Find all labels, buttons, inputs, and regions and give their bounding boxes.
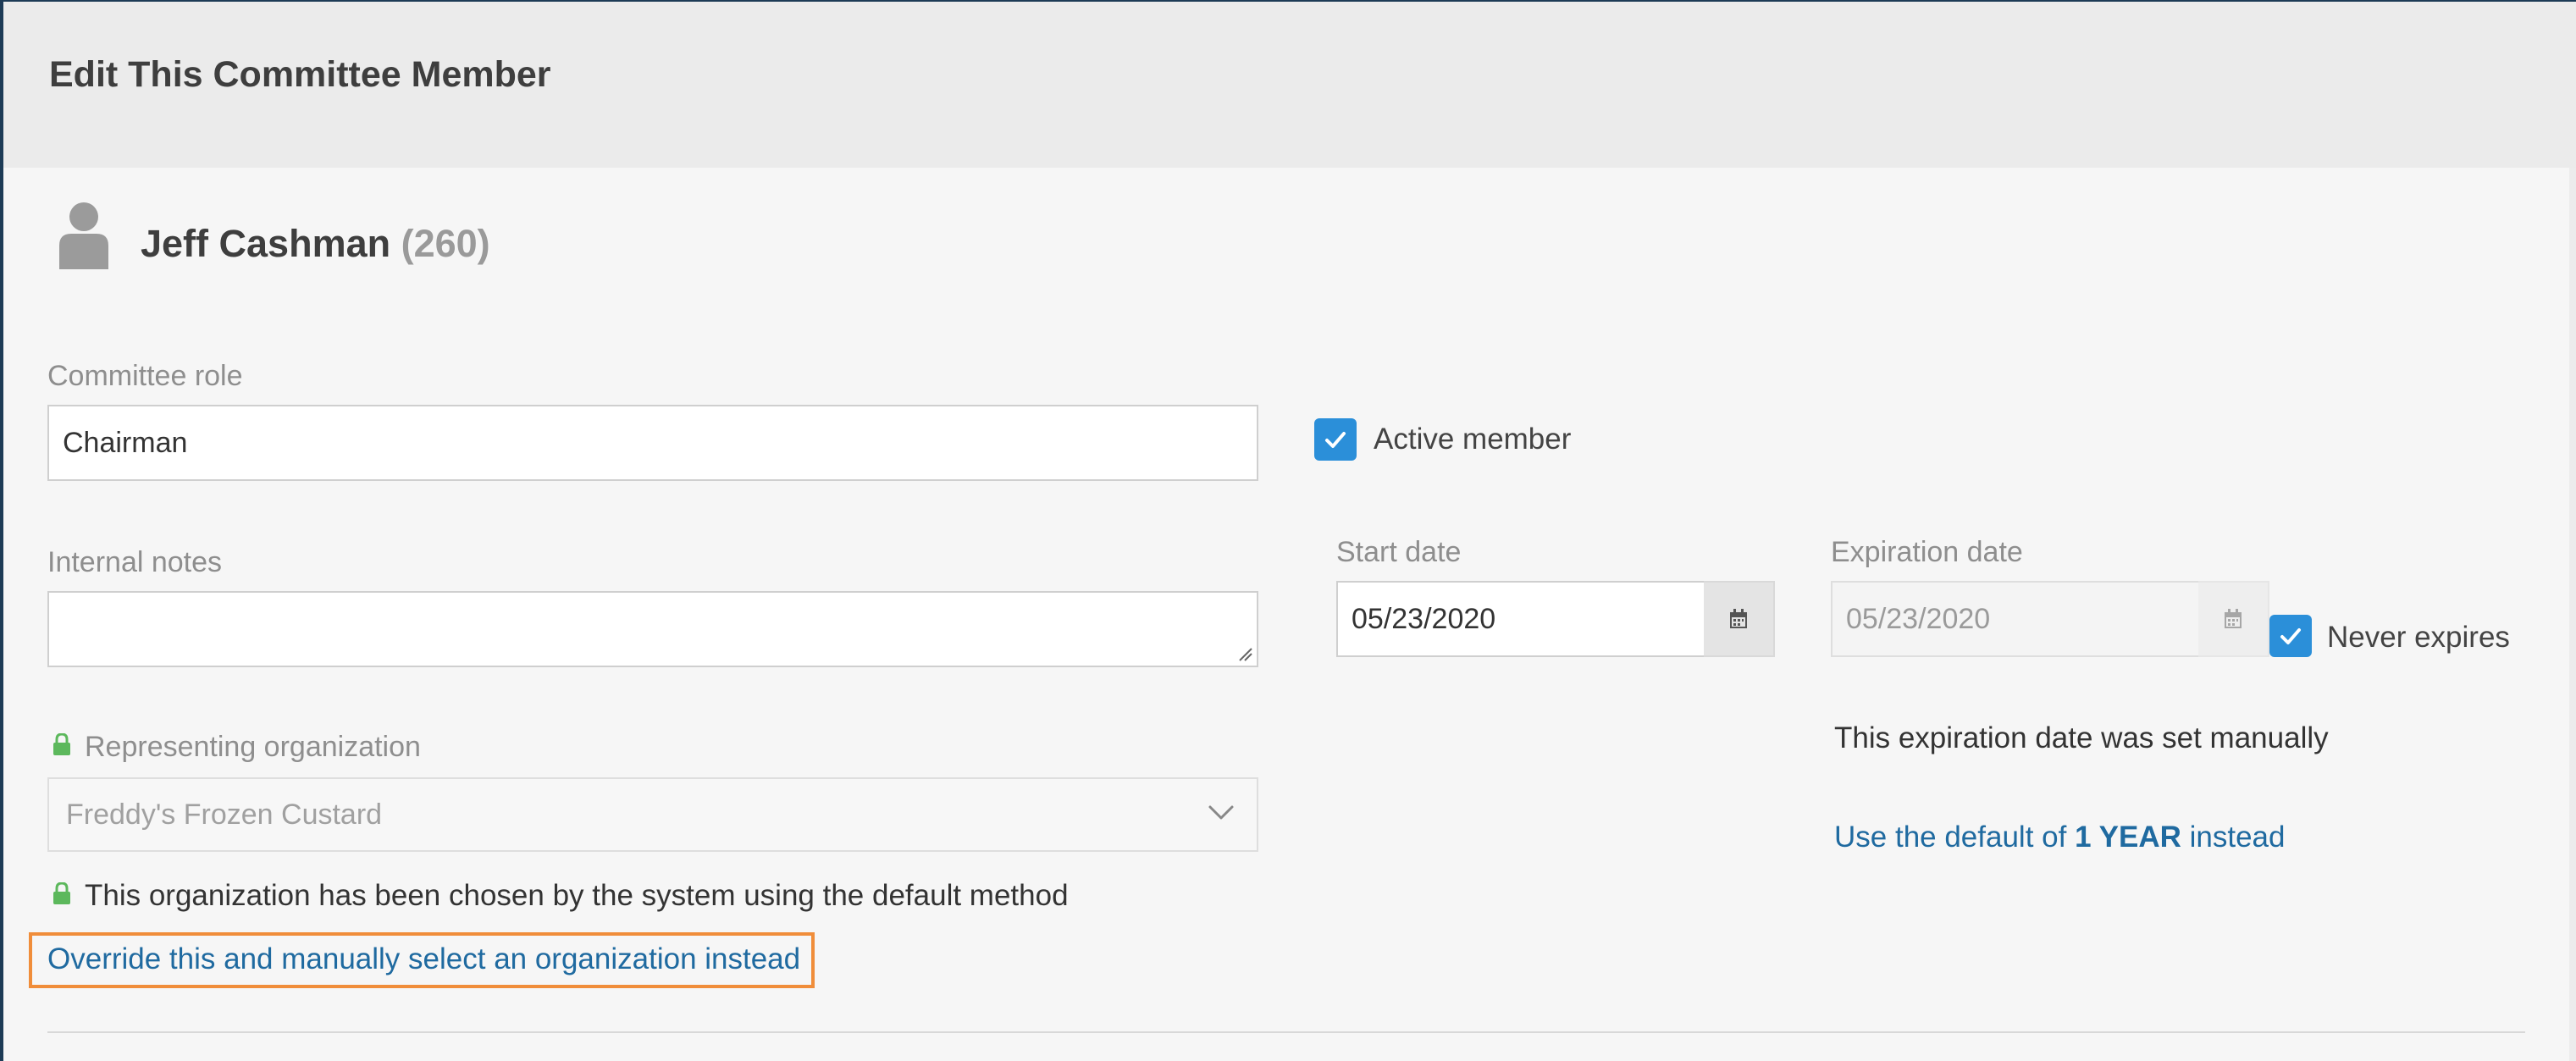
representing-org-note: This organization has been chosen by the… — [85, 879, 1069, 912]
use-default-duration: 1 YEAR — [2075, 821, 2181, 854]
start-date-input[interactable]: 05/23/2020 — [1336, 581, 1705, 657]
lock-icon — [53, 882, 70, 904]
active-member-checkbox[interactable] — [1314, 418, 1357, 461]
chevron-down-icon — [1208, 805, 1234, 820]
representing-org-label: Representing organization — [85, 731, 421, 763]
person-icon — [59, 202, 108, 269]
expiration-date-calendar-button — [2198, 581, 2269, 657]
start-date-calendar-button[interactable] — [1704, 581, 1775, 657]
committee-role-label: Committee role — [47, 360, 243, 392]
member-name: Jeff Cashman (260) — [141, 218, 490, 269]
internal-notes-label: Internal notes — [47, 546, 223, 578]
lock-icon — [53, 733, 70, 755]
expiration-date-input: 05/23/2020 — [1831, 581, 2200, 657]
representing-org-select: Freddy's Frozen Custard — [47, 777, 1258, 852]
start-date-label: Start date — [1336, 536, 1462, 568]
dialog-title: Edit This Committee Member — [49, 54, 551, 95]
scrollbar-track[interactable] — [2569, 168, 2576, 1061]
use-default-prefix: Use the default of — [1834, 821, 2076, 854]
checkmark-icon — [2280, 628, 2301, 644]
section-divider — [47, 1031, 2525, 1033]
use-default-suffix: instead — [2181, 821, 2286, 854]
expiration-note: This expiration date was set manually — [1834, 721, 2329, 754]
dialog-header: Edit This Committee Member — [3, 0, 2576, 168]
member-name-text: Jeff Cashman — [141, 222, 391, 265]
never-expires-checkbox[interactable] — [2269, 615, 2312, 657]
calendar-icon — [2225, 609, 2242, 628]
override-organization-link[interactable]: Override this and manually select an org… — [47, 939, 800, 980]
resize-handle-icon[interactable] — [1236, 645, 1253, 662]
expiration-date-label: Expiration date — [1831, 536, 2023, 568]
never-expires-label: Never expires — [2327, 621, 2510, 654]
internal-notes-textarea[interactable] — [47, 591, 1258, 667]
calendar-icon — [1730, 609, 1747, 628]
committee-role-input[interactable]: Chairman — [47, 405, 1258, 481]
checkmark-icon — [1325, 432, 1346, 448]
active-member-label: Active member — [1374, 423, 1572, 456]
member-id: (260) — [401, 222, 490, 265]
use-default-link[interactable]: Use the default of 1 YEAR instead — [1834, 817, 2285, 858]
